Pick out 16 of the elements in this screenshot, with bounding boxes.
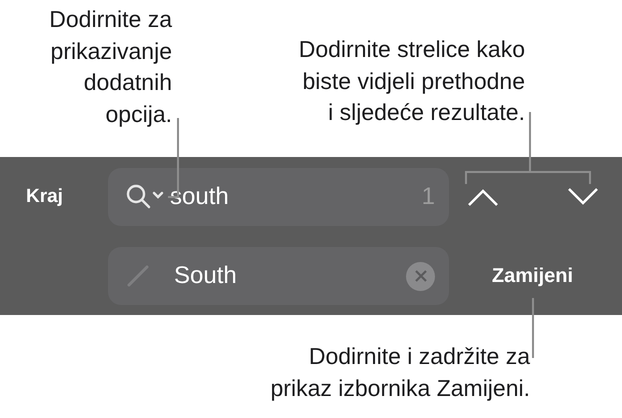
search-icon[interactable] (126, 184, 164, 210)
replace-text: South (174, 262, 238, 290)
chevron-down-icon (567, 188, 599, 206)
close-icon (414, 270, 426, 282)
chevron-up-icon (467, 188, 499, 206)
pencil-icon (126, 264, 150, 288)
search-field[interactable]: south 1 (108, 168, 449, 226)
search-text: south (170, 183, 230, 211)
callout-text: Dodirnite i zadržite za prikaz izbornika Zamijeni. (270, 342, 530, 403)
leader-line (532, 298, 534, 358)
replace-button[interactable]: Zamijeni (492, 264, 574, 288)
done-button[interactable]: Kraj (26, 186, 63, 208)
match-count: 1 (422, 183, 435, 211)
callout-text: Dodirnite za prikazivanje dodatnih opcija. (49, 5, 172, 129)
callout-text: Dodirnite strelice kako biste vidjeli prethodne i sljedeće rezultate. (298, 35, 525, 127)
replace-field[interactable]: South (108, 247, 449, 305)
